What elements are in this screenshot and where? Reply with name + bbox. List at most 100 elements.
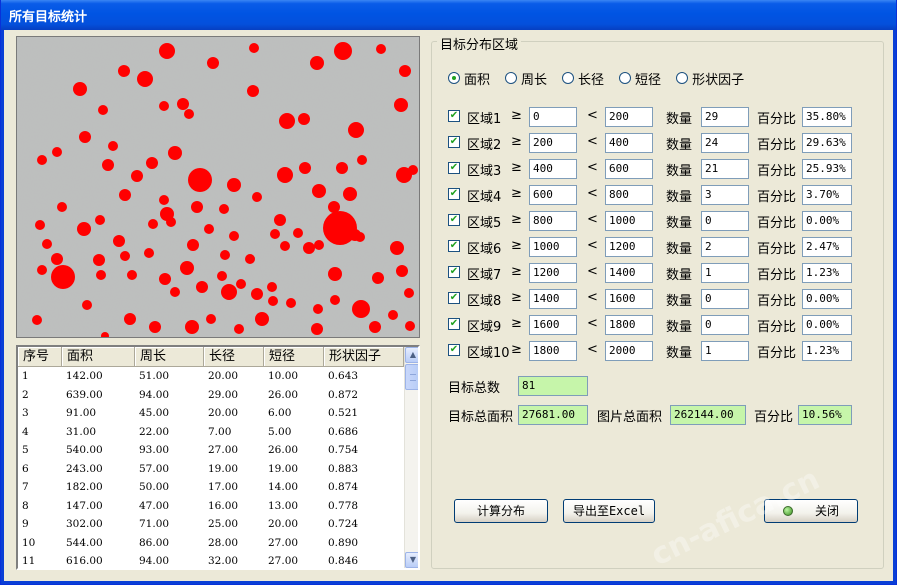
- table-row[interactable]: 5 540.00 93.00 27.00 26.00 0.754: [18, 441, 404, 460]
- col-header-shape-factor[interactable]: 形状因子: [324, 347, 404, 367]
- region-max-field[interactable]: 1200: [605, 237, 653, 257]
- region-row: ✔ 区域2 ≥200 <400 数量 24 百分比 29.63%: [448, 133, 858, 153]
- radio-option[interactable]: 短径: [619, 69, 661, 88]
- ge-symbol: ≥: [511, 290, 522, 305]
- table-row[interactable]: 10 544.00 86.00 28.00 27.00 0.890: [18, 534, 404, 553]
- region-max-field[interactable]: 1400: [605, 263, 653, 283]
- scroll-thumb[interactable]: [405, 364, 418, 390]
- radio-option[interactable]: 形状因子: [676, 69, 744, 88]
- particle-mark: [113, 235, 125, 247]
- region-min-field[interactable]: 1800: [529, 341, 577, 361]
- export-excel-button[interactable]: 导出至Excel: [563, 499, 655, 523]
- table-row[interactable]: 3 91.00 45.00 20.00 6.00 0.521: [18, 404, 404, 423]
- table-cell: 27.00: [208, 444, 239, 456]
- region-checkbox[interactable]: ✔: [448, 344, 460, 356]
- calc-distribution-button[interactable]: 计算分布: [454, 499, 548, 523]
- radio-button-icon[interactable]: [619, 72, 632, 84]
- region-count-field[interactable]: 2: [701, 237, 749, 257]
- region-checkbox[interactable]: ✔: [448, 214, 460, 226]
- region-count-field[interactable]: 0: [701, 211, 749, 231]
- region-max-field[interactable]: 1800: [605, 315, 653, 335]
- region-min-field[interactable]: 1000: [529, 237, 577, 257]
- region-max-field[interactable]: 600: [605, 159, 653, 179]
- col-header-major-axis[interactable]: 长径: [204, 347, 264, 367]
- table-row[interactable]: 6 243.00 57.00 19.00 19.00 0.883: [18, 460, 404, 479]
- region-min-field[interactable]: 600: [529, 185, 577, 205]
- region-min-field[interactable]: 200: [529, 133, 577, 153]
- particle-mark: [204, 224, 214, 234]
- region-percent-field[interactable]: 3.70%: [802, 185, 852, 205]
- radio-button-icon[interactable]: [562, 72, 575, 84]
- region-percent-field[interactable]: 29.63%: [802, 133, 852, 153]
- table-row[interactable]: 8 147.00 47.00 16.00 13.00 0.778: [18, 497, 404, 516]
- table-cell: 93.00: [139, 444, 170, 456]
- table-row[interactable]: 9 302.00 71.00 25.00 20.00 0.724: [18, 515, 404, 534]
- region-min-field[interactable]: 1600: [529, 315, 577, 335]
- region-max-field[interactable]: 2000: [605, 341, 653, 361]
- region-percent-field[interactable]: 1.23%: [802, 341, 852, 361]
- region-checkbox[interactable]: ✔: [448, 318, 460, 330]
- region-checkbox[interactable]: ✔: [448, 266, 460, 278]
- region-count-field[interactable]: 1: [701, 341, 749, 361]
- region-max-field[interactable]: 400: [605, 133, 653, 153]
- region-count-field[interactable]: 29: [701, 107, 749, 127]
- region-count-field[interactable]: 1: [701, 263, 749, 283]
- region-min-field[interactable]: 1200: [529, 263, 577, 283]
- region-max-field[interactable]: 800: [605, 185, 653, 205]
- col-header-perimeter[interactable]: 周长: [135, 347, 204, 367]
- region-min-field[interactable]: 1400: [529, 289, 577, 309]
- radio-option[interactable]: 面积: [448, 69, 490, 88]
- region-percent-field[interactable]: 0.00%: [802, 211, 852, 231]
- total-area-field[interactable]: 27681.00: [518, 405, 588, 425]
- radio-option[interactable]: 周长: [505, 69, 547, 88]
- window-titlebar[interactable]: 所有目标统计: [1, 0, 896, 30]
- table-scrollbar[interactable]: ▲ ▼: [404, 347, 418, 568]
- close-button[interactable]: 关闭: [764, 499, 858, 523]
- particle-mark: [149, 321, 161, 333]
- table-row[interactable]: 4 31.00 22.00 7.00 5.00 0.686: [18, 423, 404, 442]
- total-count-field[interactable]: 81: [518, 376, 588, 396]
- radio-option[interactable]: 长径: [562, 69, 604, 88]
- region-max-field[interactable]: 200: [605, 107, 653, 127]
- table-row[interactable]: 2 639.00 94.00 29.00 26.00 0.872: [18, 386, 404, 405]
- scroll-up-icon[interactable]: ▲: [405, 347, 418, 363]
- particle-mark: [293, 228, 303, 238]
- region-percent-field[interactable]: 2.47%: [802, 237, 852, 257]
- region-percent-field[interactable]: 1.23%: [802, 263, 852, 283]
- region-percent-field[interactable]: 0.00%: [802, 315, 852, 335]
- region-checkbox[interactable]: ✔: [448, 292, 460, 304]
- scroll-down-icon[interactable]: ▼: [405, 552, 418, 568]
- col-header-area[interactable]: 面积: [62, 347, 135, 367]
- region-checkbox[interactable]: ✔: [448, 188, 460, 200]
- col-header-index[interactable]: 序号: [18, 347, 62, 367]
- lt-symbol: <: [587, 212, 598, 227]
- region-min-field[interactable]: 0: [529, 107, 577, 127]
- region-percent-field[interactable]: 0.00%: [802, 289, 852, 309]
- table-row[interactable]: 1 142.00 51.00 20.00 10.00 0.643: [18, 367, 404, 386]
- region-count-field[interactable]: 0: [701, 289, 749, 309]
- table-row[interactable]: 7 182.00 50.00 17.00 14.00 0.874: [18, 478, 404, 497]
- region-checkbox[interactable]: ✔: [448, 136, 460, 148]
- region-percent-field[interactable]: 25.93%: [802, 159, 852, 179]
- region-count-field[interactable]: 0: [701, 315, 749, 335]
- percent-label: 百分比: [757, 294, 797, 309]
- table-row[interactable]: 11 616.00 94.00 32.00 27.00 0.846: [18, 552, 404, 568]
- region-checkbox[interactable]: ✔: [448, 162, 460, 174]
- image-area-field[interactable]: 262144.00: [670, 405, 746, 425]
- area-percent-field[interactable]: 10.56%: [798, 405, 852, 425]
- col-header-minor-axis[interactable]: 短径: [264, 347, 324, 367]
- region-count-field[interactable]: 24: [701, 133, 749, 153]
- region-min-field[interactable]: 800: [529, 211, 577, 231]
- region-count-field[interactable]: 21: [701, 159, 749, 179]
- radio-button-icon[interactable]: [676, 72, 689, 84]
- radio-button-icon[interactable]: [505, 72, 518, 84]
- region-percent-field[interactable]: 35.80%: [802, 107, 852, 127]
- radio-button-icon[interactable]: [448, 72, 460, 84]
- particle-table[interactable]: 序号 面积 周长 长径 短径 形状因子 1 142.00 51.00 20.00 10.…: [16, 345, 420, 570]
- region-checkbox[interactable]: ✔: [448, 110, 460, 122]
- region-checkbox[interactable]: ✔: [448, 240, 460, 252]
- region-max-field[interactable]: 1000: [605, 211, 653, 231]
- region-count-field[interactable]: 3: [701, 185, 749, 205]
- region-min-field[interactable]: 400: [529, 159, 577, 179]
- region-max-field[interactable]: 1600: [605, 289, 653, 309]
